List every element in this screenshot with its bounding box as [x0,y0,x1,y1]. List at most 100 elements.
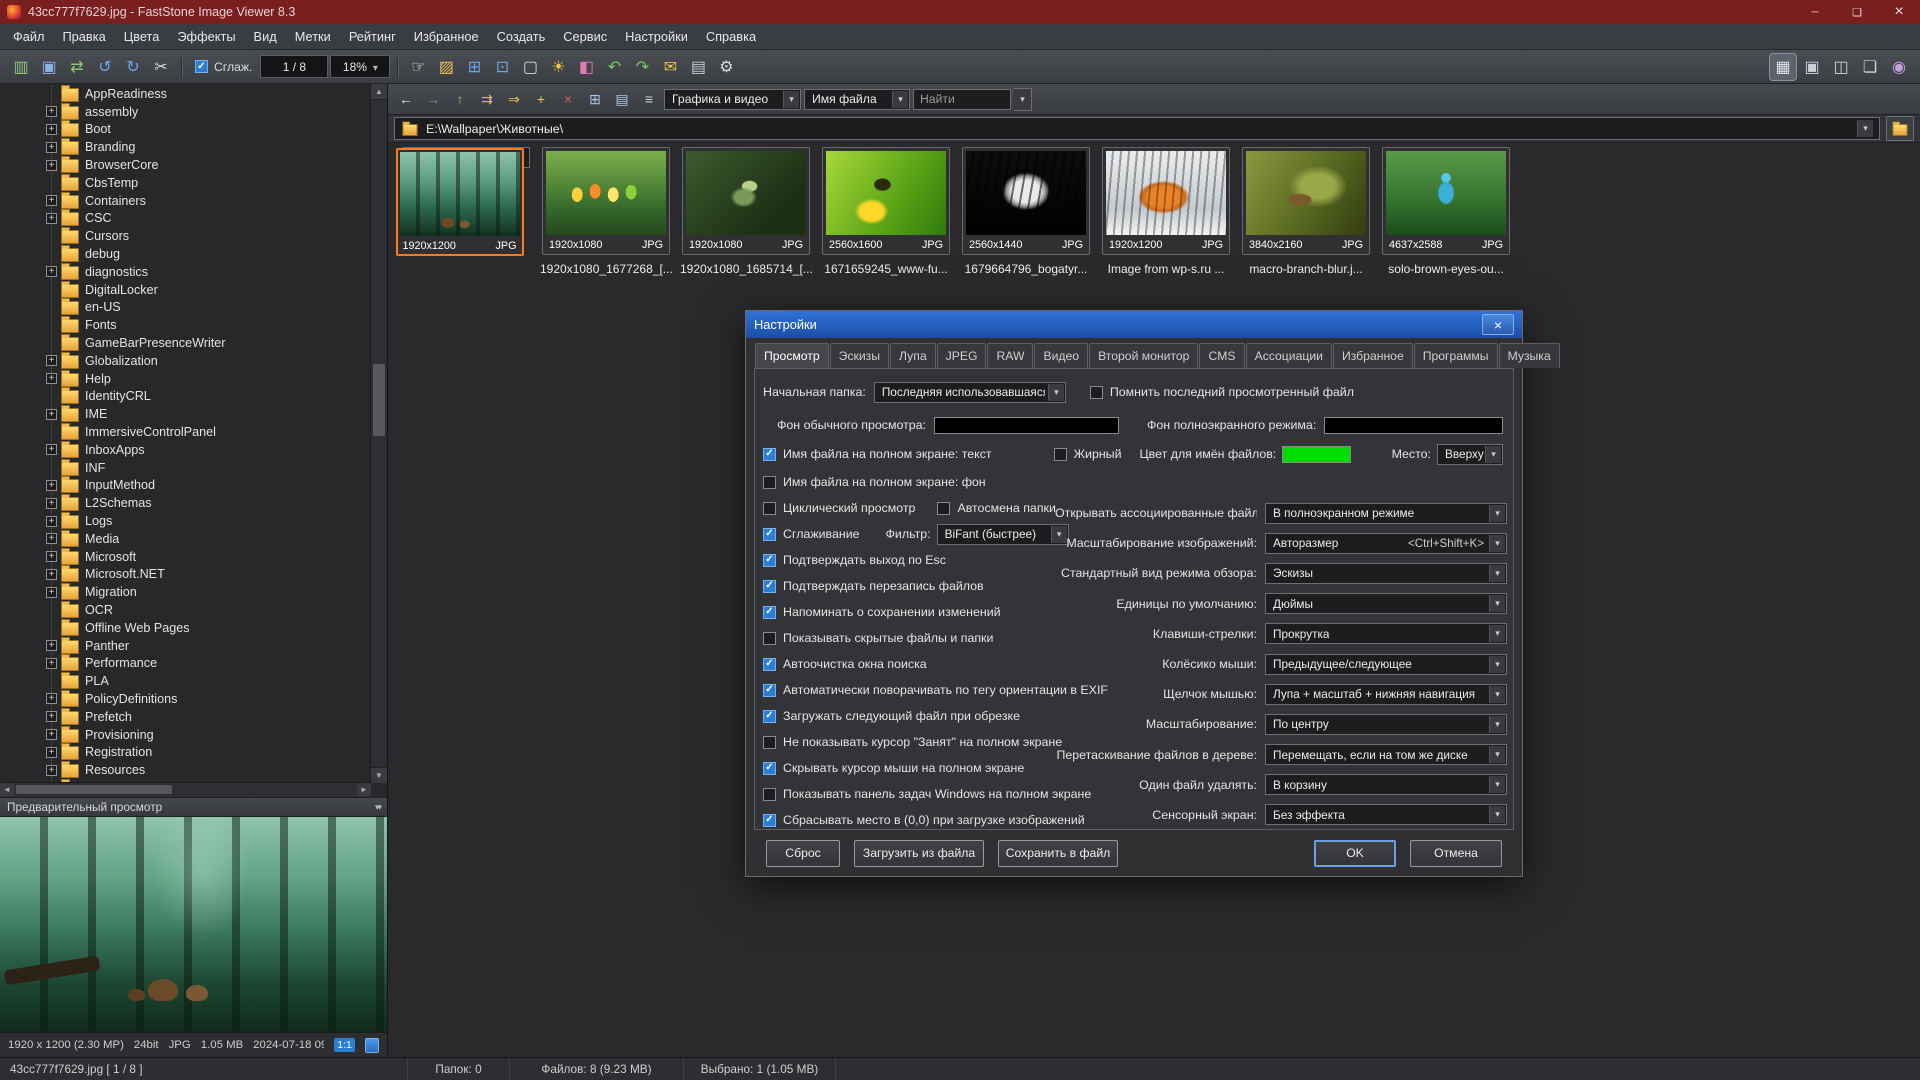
select-dropdown[interactable]: Без эффекта [1265,804,1507,825]
browser-layout-icon[interactable]: ▦ [1770,54,1796,80]
print-icon[interactable]: ▤ [685,54,711,80]
expand-icon[interactable] [46,213,57,224]
detail-view-button[interactable]: ▤ [610,87,634,111]
thumbnail[interactable]: 3840x2160 JPG macro-branch-blur.j... [1242,147,1370,276]
scroll-up-icon[interactable]: ▲ [371,84,387,100]
menu-item[interactable]: Сервис [554,24,616,49]
filename-color-swatch[interactable] [1282,446,1351,463]
expand-icon[interactable] [46,409,57,420]
tree-item[interactable]: Provisioning [46,726,371,744]
collapse-preview-icon[interactable] [375,802,380,813]
select-dropdown[interactable]: Авторазмер <Ctrl+Shift+K> [1265,533,1507,554]
expand-icon[interactable] [46,480,57,491]
zoom-ratio-badge[interactable]: 1:1 [334,1038,355,1052]
redo-icon[interactable]: ↷ [629,54,655,80]
filename-text-checkbox[interactable] [763,448,776,461]
tree-item[interactable]: PLA [46,672,371,690]
scroll-left-icon[interactable]: ◄ [0,783,14,796]
dialog-tab[interactable]: Ассоциации [1246,343,1332,368]
tree-item[interactable]: en-US [46,299,371,317]
colors-icon[interactable]: ◧ [573,54,599,80]
dialog-close-button[interactable] [1482,314,1514,335]
select-dropdown[interactable]: По центру [1265,714,1507,735]
tree-item[interactable]: IdentityCRL [46,388,371,406]
hand-tool-icon[interactable]: ☞ [405,54,431,80]
expand-icon[interactable] [46,587,57,598]
expand-icon[interactable] [46,160,57,171]
expand-icon[interactable] [46,373,57,384]
expand-icon[interactable] [46,444,57,455]
scrollbar-thumb[interactable] [373,364,385,436]
filename-bg-checkbox[interactable] [763,476,776,489]
start-folder-select[interactable]: Последняя использовавшаяся [874,382,1066,403]
expand-icon[interactable] [46,551,57,562]
up-folder-button[interactable]: ↑ [448,87,472,111]
save-to-file-button[interactable]: Сохранить в файл [998,840,1118,867]
tree-item[interactable]: Help [46,370,371,388]
menu-item[interactable]: Справка [697,24,765,49]
checkbox[interactable] [763,684,776,697]
expand-icon[interactable] [46,693,57,704]
compare-icon[interactable]: ⊞ [461,54,487,80]
dialog-tab[interactable]: CMS [1199,343,1244,368]
tree-item[interactable]: Branding [46,138,371,156]
filter-select[interactable]: BiFant (быстрее) [937,524,1069,545]
tree-item[interactable]: Globalization [46,352,371,370]
tree-item[interactable]: debug [46,245,371,263]
tree-item[interactable]: Microsoft.NET [46,566,371,584]
tree-item[interactable]: assembly [46,103,371,121]
bold-checkbox[interactable] [1054,448,1067,461]
tree-item[interactable]: Resources [46,761,371,779]
expand-icon[interactable] [46,640,57,651]
crop-icon[interactable]: ✂ [148,54,174,80]
move-to-folder-button[interactable]: ⇒ [502,87,526,111]
tree-item[interactable]: ImmersiveControlPanel [46,423,371,441]
dialog-tab[interactable]: Программы [1414,343,1498,368]
expand-icon[interactable] [46,124,57,135]
rotate-right-icon[interactable]: ↻ [120,54,146,80]
tree-item[interactable]: Cursors [46,227,371,245]
thumbnail[interactable]: 1920x1080 JPG 1920x1080_1677268_[... [542,147,670,276]
close-button[interactable] [1878,0,1920,24]
tree-item[interactable]: PolicyDefinitions [46,690,371,708]
thumbnail[interactable]: 1920x1080 JPG 1920x1080_1685714_[... [682,147,810,276]
sort-button[interactable]: ≡ [637,87,661,111]
tree-horizontal-scrollbar[interactable]: ◄ ► [0,782,371,797]
tree-item[interactable]: Fonts [46,316,371,334]
checkbox[interactable] [763,814,776,827]
tree-item[interactable]: Logs [46,512,371,530]
checkbox[interactable] [763,632,776,645]
resize-icon[interactable]: ⊡ [489,54,515,80]
split-layout-icon[interactable]: ◫ [1828,54,1854,80]
dialog-tab[interactable]: Музыка [1499,343,1560,368]
fullscreen-layout-icon[interactable]: ❏ [1857,54,1883,80]
new-folder-button[interactable]: + [529,87,553,111]
expand-icon[interactable] [46,569,57,580]
menu-item[interactable]: Эффекты [168,24,244,49]
address-field[interactable]: E:\Wallpaper\Животные\ [394,117,1880,140]
capture-icon[interactable]: ◉ [1886,54,1912,80]
smoothing-checkbox[interactable] [195,60,208,73]
expand-icon[interactable] [46,266,57,277]
menu-item[interactable]: Избранное [405,24,488,49]
thumbnail[interactable]: 2560x1440 JPG 1679664796_bogatyr... [962,147,1090,276]
tree-item[interactable]: CbsTemp [46,174,371,192]
file-filter-select[interactable]: Графика и видео [664,89,801,110]
checkbox[interactable] [763,788,776,801]
checkbox[interactable] [763,736,776,749]
tree-item[interactable]: DigitalLocker [46,281,371,299]
expand-icon[interactable] [46,106,57,117]
menu-item[interactable]: Цвета [115,24,169,49]
select-dropdown[interactable]: Эскизы [1265,563,1507,584]
tree-item[interactable]: GameBarPresenceWriter [46,334,371,352]
tree-item[interactable]: Microsoft [46,548,371,566]
menu-item[interactable]: Файл [4,24,53,49]
tree-item[interactable]: IME [46,405,371,423]
tree-item[interactable]: InboxApps [46,441,371,459]
select-dropdown[interactable]: Лупа + масштаб + нижняя навигация [1265,684,1507,705]
ok-button[interactable]: OK [1314,840,1396,867]
new-folder-icon[interactable]: ▨ [433,54,459,80]
smoothing-option-checkbox[interactable] [763,528,776,541]
email-icon[interactable]: ✉ [657,54,683,80]
checkbox[interactable] [763,762,776,775]
